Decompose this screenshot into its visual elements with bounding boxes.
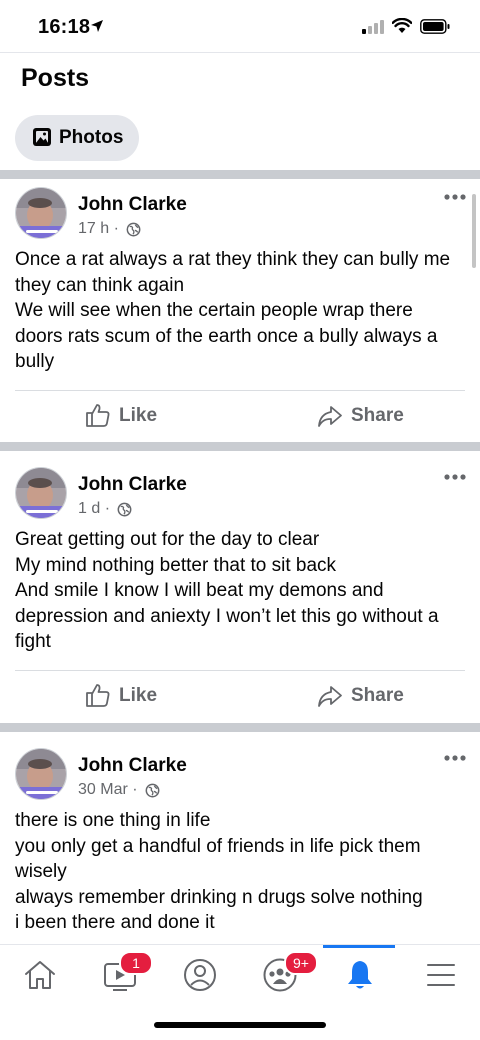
status-bar: 16:18 (0, 0, 480, 56)
tab-notifications[interactable] (330, 945, 390, 1005)
watch-notification-badge: 1 (119, 951, 153, 975)
status-time: 16:18 (38, 16, 91, 38)
post-author[interactable]: John Clarke (78, 474, 187, 496)
battery-icon (420, 19, 450, 34)
share-label: Share (351, 405, 404, 426)
tab-groups[interactable]: 9+ (250, 945, 318, 1005)
header-divider (0, 52, 480, 53)
page-title: Posts (21, 64, 90, 92)
action-divider (15, 670, 465, 671)
wifi-icon (392, 18, 412, 33)
like-label: Like (119, 405, 158, 426)
post-author[interactable]: John Clarke (78, 755, 187, 777)
bell-icon (348, 961, 372, 989)
home-indicator[interactable] (154, 1022, 326, 1028)
like-label: Like (119, 685, 158, 706)
photos-filter-label: Photos (59, 127, 124, 148)
photos-filter-button[interactable]: Photos (15, 115, 139, 161)
signal-icon (362, 20, 384, 34)
tab-watch[interactable]: 1 (90, 945, 153, 1005)
post-time[interactable]: 1 d (78, 500, 100, 517)
avatar-image (16, 468, 66, 518)
post-time[interactable]: 17 h (78, 220, 109, 237)
post-meta: 17 h · (78, 220, 141, 238)
globe-icon (118, 502, 132, 516)
menu-icon (427, 964, 455, 986)
avatar-image (16, 188, 66, 238)
avatar[interactable] (15, 187, 67, 239)
like-icon (86, 684, 110, 707)
avatar-image (16, 749, 66, 799)
location-arrow-icon (91, 20, 103, 32)
profile-icon (184, 959, 216, 991)
globe-icon (145, 783, 160, 797)
like-button[interactable]: Like (85, 402, 175, 432)
share-button[interactable]: Share (317, 682, 417, 712)
avatar[interactable] (15, 748, 67, 800)
tab-profile[interactable] (170, 945, 230, 1005)
tab-home[interactable] (10, 945, 70, 1005)
like-button[interactable]: Like (85, 682, 175, 712)
post-meta: 1 d · (78, 500, 132, 518)
avatar[interactable] (15, 467, 67, 519)
home-icon (25, 961, 55, 989)
tab-menu[interactable] (410, 945, 470, 1005)
share-icon (318, 686, 342, 707)
post-time[interactable]: 30 Mar (78, 781, 128, 798)
more-icon[interactable] (443, 473, 467, 481)
globe-icon (126, 222, 141, 236)
meta-separator: · (104, 500, 111, 517)
section-separator (0, 170, 480, 179)
post-author[interactable]: John Clarke (78, 194, 187, 216)
post-separator (0, 442, 480, 451)
post-text: there is one thing in life you only get … (15, 810, 423, 933)
post-meta: 30 Mar · (78, 781, 160, 799)
share-button[interactable]: Share (317, 402, 417, 432)
groups-notification-badge: 9+ (284, 951, 318, 975)
meta-separator: · (132, 781, 138, 798)
post-text: Once a rat always a rat they think they … (15, 249, 451, 372)
meta-separator: · (113, 220, 119, 237)
share-icon (318, 406, 342, 427)
photo-icon (33, 128, 51, 146)
action-divider (15, 390, 465, 391)
post-separator (0, 723, 480, 732)
post-text: Great getting out for the day to clear M… (15, 529, 439, 652)
share-label: Share (351, 685, 404, 706)
scrollbar[interactable] (472, 194, 476, 268)
more-icon[interactable] (443, 754, 467, 762)
more-icon[interactable] (443, 193, 467, 201)
like-icon (86, 404, 110, 427)
